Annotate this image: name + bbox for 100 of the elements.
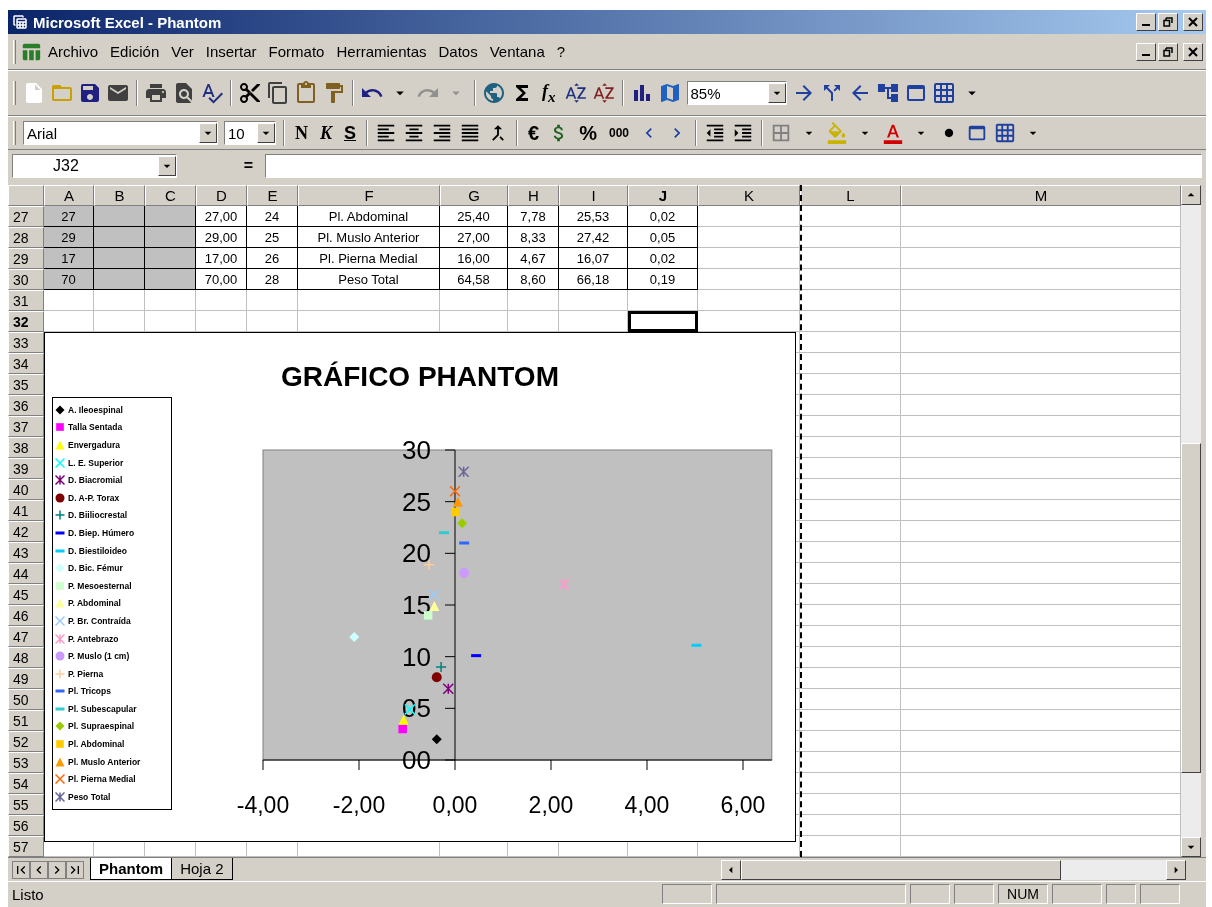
sort-ascending-icon[interactable]	[563, 81, 588, 105]
menu-item[interactable]: Datos	[432, 41, 484, 62]
column-header[interactable]: H	[508, 185, 559, 206]
font-dropdown[interactable]: Arial	[23, 121, 218, 145]
menu-item[interactable]: Ventana	[483, 41, 551, 62]
name-box[interactable]: J32	[12, 154, 177, 178]
euro-button[interactable]: €	[522, 119, 546, 147]
menu-item[interactable]: Ver	[165, 41, 200, 62]
table-cell: 29,00	[196, 227, 247, 248]
restore-button[interactable]	[1158, 42, 1178, 61]
thousands-button[interactable]: 000	[602, 119, 635, 147]
column-header[interactable]: C	[145, 185, 196, 206]
row-header[interactable]: 31	[8, 290, 44, 311]
row-header[interactable]: 32	[8, 311, 44, 332]
row-header[interactable]: 35	[8, 374, 44, 395]
row-header[interactable]: 49	[8, 668, 44, 689]
row-header[interactable]: 29	[8, 248, 44, 269]
spellcheck-icon[interactable]	[200, 81, 224, 105]
bold-button[interactable]: N	[289, 119, 314, 147]
row-header[interactable]: 56	[8, 815, 44, 836]
row-header[interactable]: 42	[8, 521, 44, 542]
row-header[interactable]: 51	[8, 710, 44, 731]
font-size-dropdown[interactable]: 10	[224, 121, 276, 145]
column-header[interactable]: K	[698, 185, 800, 206]
print-icon[interactable]	[144, 81, 168, 105]
column-header[interactable]: A	[44, 185, 94, 206]
column-header[interactable]: J	[628, 185, 698, 206]
menu-item[interactable]: Archivo	[42, 41, 105, 62]
sort-descending-icon[interactable]	[591, 81, 616, 105]
restore-button[interactable]	[1158, 13, 1178, 31]
close-button[interactable]	[1183, 42, 1203, 61]
row-header[interactable]: 43	[8, 542, 44, 563]
grid-icon[interactable]	[994, 122, 1016, 144]
row-header[interactable]: 45	[8, 584, 44, 605]
row-header[interactable]: 38	[8, 437, 44, 458]
row-header[interactable]: 57	[8, 836, 44, 857]
row-header[interactable]: 39	[8, 458, 44, 479]
minimize-button[interactable]	[1136, 42, 1156, 61]
chart-area[interactable]	[44, 332, 796, 842]
percent-button[interactable]: %	[573, 119, 603, 147]
row-header[interactable]: 34	[8, 353, 44, 374]
save-icon[interactable]	[78, 81, 102, 105]
sheet-tab[interactable]: Phantom	[90, 857, 173, 880]
row-header[interactable]: 27	[8, 206, 44, 227]
row-header[interactable]: 30	[8, 269, 44, 290]
column-header[interactable]: G	[440, 185, 508, 206]
italic-button[interactable]: K	[314, 119, 338, 147]
row-header[interactable]: 41	[8, 500, 44, 521]
row-header[interactable]: 55	[8, 794, 44, 815]
table-cell	[247, 290, 298, 311]
scroll-thumb[interactable]	[1181, 443, 1201, 773]
row-header[interactable]: 33	[8, 332, 44, 353]
menu-item[interactable]: ?	[550, 41, 572, 62]
row-header[interactable]: 50	[8, 689, 44, 710]
menu-item[interactable]: Formato	[262, 41, 331, 62]
row-header[interactable]: 48	[8, 647, 44, 668]
globe-icon[interactable]	[482, 81, 506, 105]
scroll-thumb[interactable]	[741, 859, 1061, 880]
menu-item[interactable]: Herramientas	[330, 41, 433, 62]
formula-field[interactable]	[265, 154, 1202, 178]
zoom-dropdown[interactable]: 85%	[686, 81, 787, 105]
column-header[interactable]: D	[196, 185, 247, 206]
minimize-button[interactable]	[1136, 13, 1156, 31]
row-header[interactable]: 53	[8, 752, 44, 773]
column-header[interactable]: L	[800, 185, 901, 206]
column-header[interactable]: I	[559, 185, 628, 206]
axis-label: 6,00	[720, 792, 766, 818]
borders-icon[interactable]	[770, 122, 792, 144]
paste-icon[interactable]	[294, 81, 318, 105]
column-header[interactable]: E	[247, 185, 298, 206]
row-header[interactable]: 37	[8, 416, 44, 437]
tree-icon[interactable]	[875, 81, 900, 105]
row-header[interactable]: 44	[8, 563, 44, 584]
grid-icon[interactable]	[931, 81, 956, 105]
underline-button[interactable]: S	[338, 119, 363, 147]
font-color-icon[interactable]	[882, 122, 904, 144]
axis-label: -4,00	[236, 792, 290, 818]
increase-indent-icon[interactable]	[732, 122, 754, 144]
row-header[interactable]: 54	[8, 773, 44, 794]
cut-icon[interactable]	[238, 81, 262, 105]
vertical-scrollbar[interactable]	[1181, 185, 1201, 857]
close-button[interactable]	[1183, 13, 1203, 31]
decrease-indent-icon[interactable]	[704, 122, 726, 144]
row-header[interactable]: 52	[8, 731, 44, 752]
menu-item[interactable]: Edición	[104, 41, 166, 62]
sheet-tab[interactable]: Hoja 2	[171, 857, 233, 880]
column-header[interactable]: F	[298, 185, 440, 206]
column-header[interactable]: B	[94, 185, 145, 206]
row-header[interactable]: 46	[8, 605, 44, 626]
row-header[interactable]: 36	[8, 395, 44, 416]
row-header[interactable]: 28	[8, 227, 44, 248]
select-all-corner[interactable]	[8, 185, 44, 206]
row-header[interactable]: 40	[8, 479, 44, 500]
column-header[interactable]: M	[901, 185, 1181, 206]
row-header[interactable]: 47	[8, 626, 44, 647]
menu-item[interactable]: Insertar	[199, 41, 263, 62]
copy-icon[interactable]	[266, 81, 290, 105]
fill-color-icon[interactable]	[826, 122, 848, 144]
function-button[interactable]: f$_{x}$	[536, 79, 562, 107]
horizontal-scrollbar[interactable]	[721, 859, 1186, 880]
